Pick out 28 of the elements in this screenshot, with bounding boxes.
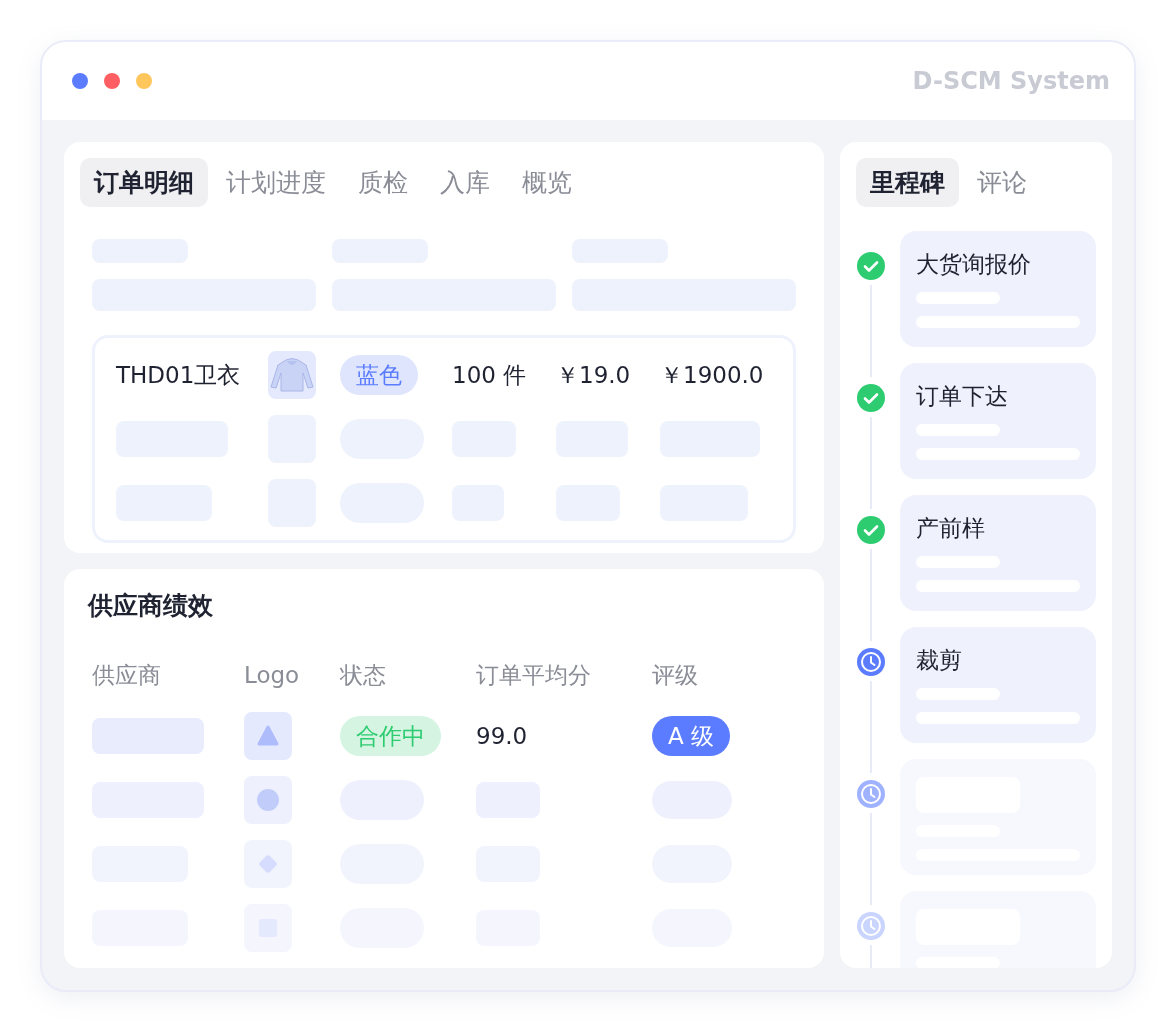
milestone-title: 裁剪 — [916, 646, 963, 675]
product-name: THD01卫衣 — [116, 360, 242, 390]
window-dot-icon[interactable] — [136, 73, 152, 89]
window-dot-icon[interactable] — [104, 73, 120, 89]
milestone-card[interactable]: 大货询报价 — [900, 231, 1096, 347]
quantity: 100 件 — [452, 360, 528, 390]
column-header: 订单平均分 — [476, 660, 592, 690]
milestone-title: 大货询报价 — [916, 250, 1032, 279]
milestone-card[interactable]: 产前样 — [900, 495, 1096, 611]
milestone-title: 订单下达 — [916, 382, 1009, 411]
panel-title: 供应商绩效 — [88, 590, 214, 622]
unit-price: ￥19.0 — [556, 360, 632, 390]
column-header: Logo — [244, 662, 301, 688]
milestone-title: 产前样 — [916, 514, 986, 543]
score: 99.0 — [476, 723, 529, 749]
column-header: 评级 — [652, 660, 699, 690]
column-header: 供应商 — [92, 660, 162, 690]
grade-tag: A 级 — [652, 716, 731, 756]
milestone-card[interactable]: 裁剪 — [900, 627, 1096, 743]
total-price: ￥1900.0 — [660, 360, 765, 390]
milestone-card[interactable]: 订单下达 — [900, 363, 1096, 479]
column-header: 状态 — [340, 660, 387, 690]
color-tag: 蓝色 — [340, 355, 418, 395]
window-dot-icon[interactable] — [72, 73, 88, 89]
tab[interactable]: 订单明细 — [80, 158, 208, 207]
tab[interactable]: 里程碑 — [856, 158, 959, 207]
hoodie-icon — [270, 357, 314, 393]
status-tag: 合作中 — [340, 716, 441, 756]
